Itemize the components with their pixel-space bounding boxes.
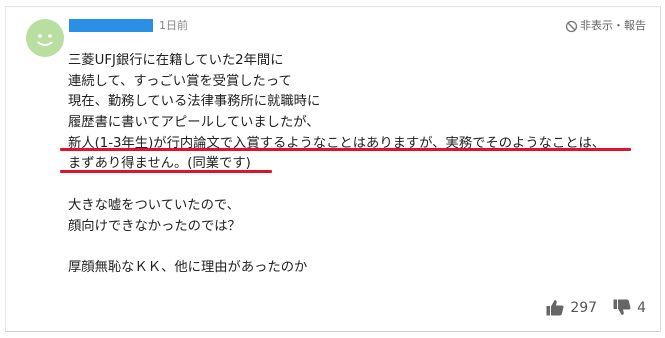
comment-line: 大きな嘘をついていたので、 (68, 197, 240, 213)
comment-line: 顔向けできなかったのでは？ (68, 218, 241, 234)
comment-line: 現在、勤務している法律事務所に就職時に (68, 94, 321, 110)
comment-line: 三菱UFJ銀行に在籍していた2年間に (68, 53, 284, 68)
comment-card: • • • • • • 1日前 非表示・報告 三菱UFJ銀行に在籍していた2年間… (5, 6, 661, 332)
avatar[interactable] (26, 19, 64, 57)
comment-line-blank (68, 237, 605, 258)
red-underline-annotation (60, 148, 631, 151)
like-button[interactable]: 297 (546, 299, 597, 316)
prohibited-icon (565, 20, 578, 32)
timestamp: 1日前 (159, 19, 188, 32)
comment-line: 履歴書に書いてアピールしていましたが、 (68, 115, 320, 131)
comment-line-highlighted: 新人(1-3年生)が行内論文で入賞するようなことはありますが、実務でそのようなこ… (68, 135, 606, 151)
smiley-face-icon (37, 34, 53, 46)
comment-line: 厚顔無恥なＫＫ、他に理由があったのか (68, 259, 308, 275)
comment-body: 三菱UFJ銀行に在籍していた2年間に 連続して、すっごい賞を受賞したって 現在、… (68, 51, 605, 279)
dislike-button[interactable]: 4 (613, 299, 646, 316)
comment-line: 連続して、すっごい賞を受賞したって (68, 73, 292, 89)
dislike-count: 4 (637, 299, 646, 316)
comment-line-blank (68, 175, 605, 196)
hide-report-button[interactable]: 非表示・報告 (565, 19, 646, 33)
username[interactable]: • • • • • • (69, 19, 153, 32)
like-count: 297 (570, 299, 598, 316)
thumbs-up-icon (546, 300, 564, 316)
red-underline-annotation (60, 170, 272, 173)
hide-report-label: 非表示・報告 (580, 19, 646, 32)
vote-bar: 297 4 (546, 299, 646, 316)
thumbs-down-icon (613, 299, 631, 315)
